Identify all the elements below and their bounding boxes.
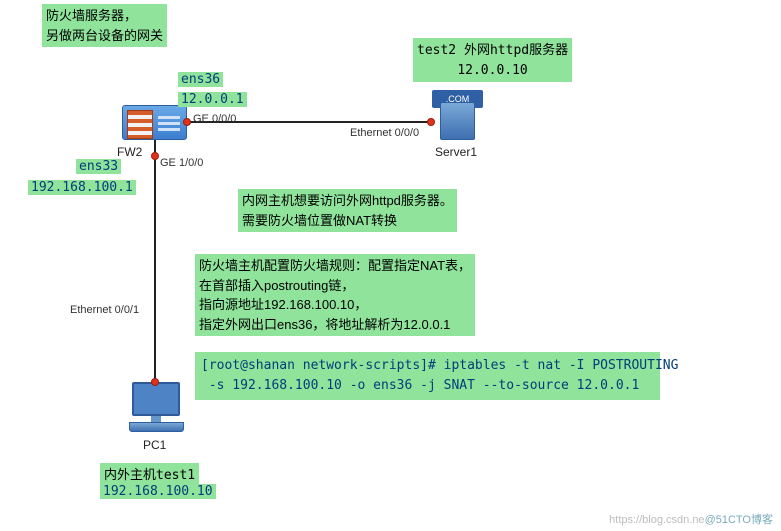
server-label: Server1 [435, 145, 477, 159]
server-device: .COM [430, 90, 485, 140]
note-rule: 防火墙主机配置防火墙规则：配置指定NAT表， 在首部插入postrouting链… [195, 254, 475, 336]
watermark-left: https://blog.csdn.ne [609, 514, 704, 526]
pc-icon [126, 382, 186, 432]
port-ge100: GE 1/0/0 [160, 157, 203, 169]
note-test2-line2: 12.0.0.10 [417, 61, 568, 81]
note-rule-line1: 防火墙主机配置防火墙规则：配置指定NAT表， [199, 256, 471, 276]
port-eth001-pc: Ethernet 0/0/1 [70, 304, 139, 316]
note-intent-line2: 需要防火墙位置做NAT转换 [242, 211, 453, 231]
network-diagram: FW2 .COM Server1 PC1 GE 0/0/0 GE 1/0/0 E… [0, 0, 781, 531]
firewall-icon [122, 105, 187, 140]
terminal-command: [root@shanan network-scripts]# iptables … [195, 352, 660, 400]
note-rule-line4: 指定外网出口ens36，将地址解析为12.0.0.1 [199, 315, 471, 335]
note-test1-ip: 192.168.100.10 [100, 484, 216, 499]
port-eth000-server: Ethernet 0/0/0 [350, 127, 419, 139]
note-intent: 内网主机想要访问外网httpd服务器。 需要防火墙位置做NAT转换 [238, 189, 457, 232]
note-fw-desc-line2: 另做两台设备的网关 [46, 26, 163, 46]
watermark: https://blog.csdn.ne@51CTO博客 [609, 511, 773, 527]
watermark-right: @51CTO博客 [705, 514, 773, 526]
note-fw-desc: 防火墙服务器， 另做两台设备的网关 [42, 4, 167, 47]
ip-ens33: 192.168.100.1 [28, 180, 136, 195]
note-test2-line1: test2 外网httpd服务器 [417, 40, 568, 61]
iface-ens33: ens33 [76, 159, 121, 174]
fw-ge000-endpoint [183, 118, 191, 126]
note-rule-line3: 指向源地址192.168.100.10， [199, 295, 471, 315]
pc-device [126, 382, 186, 432]
firewall-label: FW2 [117, 145, 142, 159]
pc-eth-endpoint [151, 378, 159, 386]
note-test2: test2 外网httpd服务器 12.0.0.10 [413, 38, 572, 82]
server-eth-endpoint [427, 118, 435, 126]
server-icon: .COM [430, 90, 485, 140]
port-ge000: GE 0/0/0 [193, 113, 236, 125]
note-fw-desc-line1: 防火墙服务器， [46, 6, 163, 26]
iface-ens36: ens36 [178, 72, 223, 87]
note-rule-line2: 在首部插入postrouting链， [199, 276, 471, 296]
firewall-device [122, 105, 187, 140]
fw-ge100-endpoint [151, 152, 159, 160]
ip-ens36: 12.0.0.1 [178, 92, 247, 107]
pc-label: PC1 [143, 438, 166, 452]
note-intent-line1: 内网主机想要访问外网httpd服务器。 [242, 191, 453, 211]
